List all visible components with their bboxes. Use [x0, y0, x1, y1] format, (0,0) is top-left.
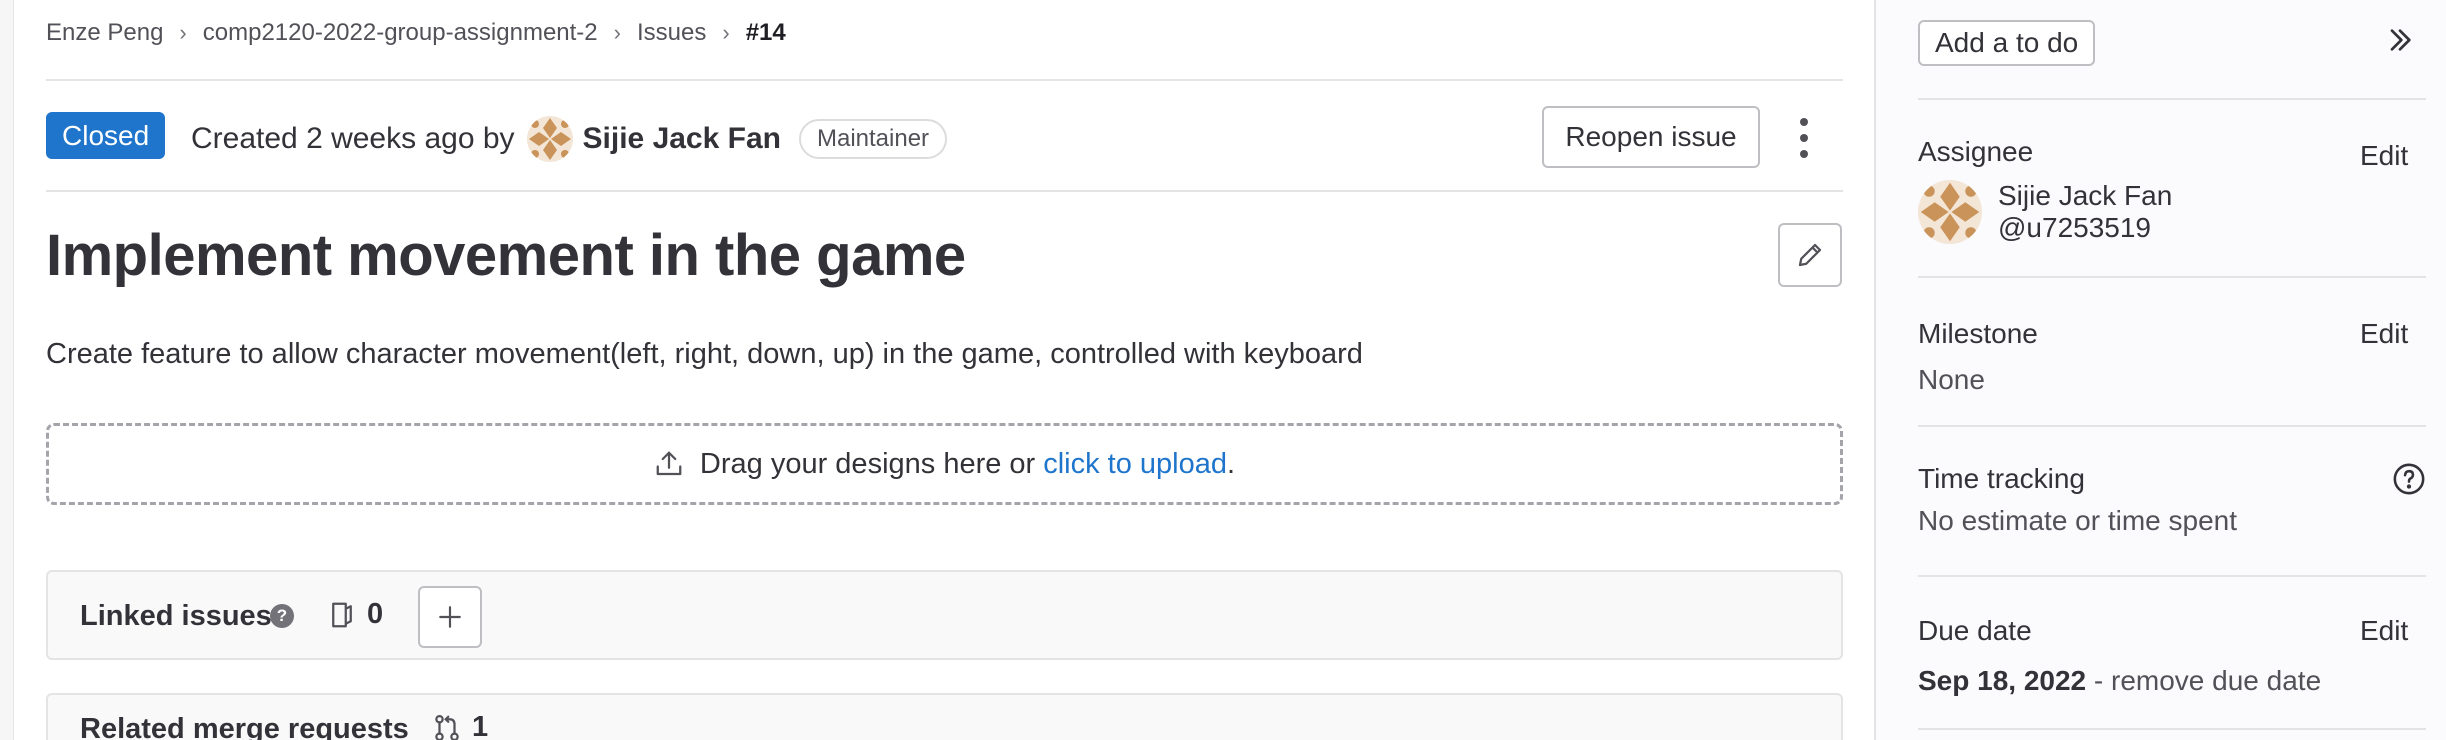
- related-mrs-label: Related merge requests: [80, 713, 409, 740]
- divider: [1918, 425, 2426, 427]
- issues-icon: [332, 602, 352, 627]
- add-linked-issue-button[interactable]: [418, 586, 482, 648]
- divider: [46, 79, 1843, 81]
- breadcrumb-current-issue[interactable]: #14: [746, 19, 786, 47]
- due-date-separator: -: [2086, 665, 2112, 696]
- design-upload-dropzone[interactable]: Drag your designs here or click to uploa…: [46, 423, 1843, 505]
- linked-issues-count-value: 0: [367, 598, 384, 630]
- due-date-edit-link[interactable]: Edit: [2360, 615, 2408, 647]
- divider: [1918, 728, 2426, 730]
- reopen-issue-button[interactable]: Reopen issue: [1542, 106, 1760, 168]
- upload-icon: [654, 449, 684, 479]
- linked-issues-label: Linked issues: [80, 600, 272, 632]
- breadcrumb: Enze Peng › comp2120-2022-group-assignme…: [46, 18, 786, 48]
- milestone-edit-link[interactable]: Edit: [2360, 318, 2408, 350]
- breadcrumb-project[interactable]: comp2120-2022-group-assignment-2: [203, 19, 598, 47]
- due-date-label: Due date: [1918, 615, 2032, 646]
- more-actions-icon[interactable]: [1794, 118, 1814, 158]
- merge-request-icon: [435, 714, 459, 740]
- dropzone-suffix: .: [1227, 447, 1236, 480]
- breadcrumb-user[interactable]: Enze Peng: [46, 19, 163, 47]
- divider: [1918, 575, 2426, 577]
- linked-issues-count: 0: [327, 598, 383, 631]
- issue-main: Enze Peng › comp2120-2022-group-assignme…: [46, 0, 1843, 740]
- role-badge: Maintainer: [798, 119, 948, 159]
- milestone-label: Milestone: [1918, 318, 2038, 349]
- plus-icon: [439, 606, 461, 628]
- assignee-username: @u7253519: [1998, 212, 2152, 243]
- due-date: Sep 18, 2022: [1918, 665, 2087, 696]
- author-avatar[interactable]: [526, 116, 573, 162]
- related-merge-requests-panel: Related merge requests 1: [46, 693, 1843, 740]
- divider: [1918, 276, 2426, 278]
- issue-description: Create feature to allow character moveme…: [46, 338, 1363, 370]
- right-sidebar: Add a to do Assignee Edit Sijie Jack Fan…: [1874, 0, 2446, 740]
- assignee-label: Assignee: [1918, 136, 2034, 167]
- related-mrs-count-value: 1: [472, 711, 489, 740]
- left-nav-strip: [0, 0, 14, 740]
- help-icon[interactable]: ?: [270, 604, 294, 628]
- question-circle-icon[interactable]: [2392, 462, 2426, 501]
- author-name[interactable]: Sijie Jack Fan: [583, 122, 781, 156]
- divider: [1918, 98, 2426, 100]
- chevron-right-icon: ›: [722, 20, 730, 45]
- collapse-sidebar-icon[interactable]: [2384, 24, 2416, 61]
- created-text: Created 2 weeks ago by: [191, 122, 515, 155]
- time-tracking-label: Time tracking: [1918, 463, 2086, 494]
- add-todo-button[interactable]: Add a to do: [1918, 20, 2096, 66]
- assignee-edit-link[interactable]: Edit: [2360, 140, 2408, 172]
- due-date-value: Sep 18, 2022 - remove due date: [1918, 665, 2321, 697]
- breadcrumb-issues[interactable]: Issues: [637, 19, 706, 47]
- edit-title-button[interactable]: [1778, 223, 1842, 287]
- linked-issues-panel: Linked issues ? 0: [46, 570, 1843, 660]
- created-info: Created 2 weeks ago by Sijie Jack Fan Ma…: [191, 116, 948, 162]
- time-tracking-value: No estimate or time spent: [1918, 505, 2238, 536]
- dropzone-text: Drag your designs here or: [699, 447, 1036, 480]
- issue-header: Closed Created 2 weeks ago by Sijie Jack: [46, 106, 1843, 168]
- chevron-right-icon: ›: [613, 20, 621, 45]
- status-badge: Closed: [46, 112, 166, 159]
- assignee-avatar[interactable]: [1918, 180, 1982, 244]
- milestone-value: None: [1918, 364, 1985, 395]
- click-to-upload-link[interactable]: click to upload: [1043, 448, 1227, 481]
- chevron-right-icon: ›: [179, 20, 187, 45]
- remove-due-date-link[interactable]: remove due date: [2111, 665, 2321, 696]
- pencil-icon: [1798, 243, 1822, 267]
- divider: [46, 190, 1843, 192]
- assignee-name[interactable]: Sijie Jack Fan: [1998, 180, 2172, 212]
- related-mrs-count: 1: [432, 711, 488, 740]
- issue-title: Implement movement in the game: [46, 223, 966, 288]
